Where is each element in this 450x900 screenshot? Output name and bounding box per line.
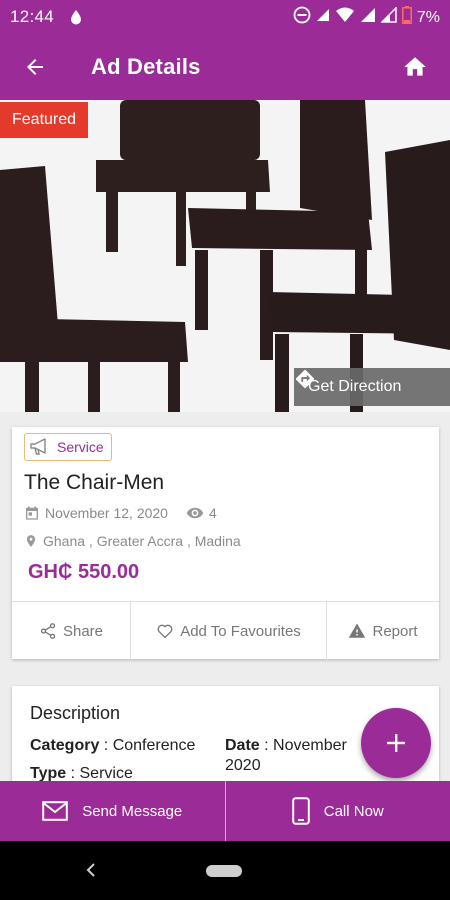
share-label: Share [62,622,104,640]
battery-percent: 7% [416,8,440,26]
calendar-icon [24,505,40,521]
ad-info-card: Service The Chair-Men November 12, 2020 … [12,427,439,660]
featured-badge: Featured [0,102,89,138]
report-label: Report [372,622,418,640]
mail-icon [42,801,69,821]
type-key: Type [30,765,67,782]
wifi-icon [335,7,355,28]
call-now-label: Call Now [323,802,384,820]
add-to-favourites-button[interactable]: Add To Favourites [130,602,326,660]
warning-icon [349,623,366,638]
battery-low-icon [401,6,412,29]
page-title: Ad Details [91,54,201,79]
send-message-label: Send Message [82,802,183,820]
add-fab-button[interactable] [361,708,431,778]
share-button[interactable]: Share [12,602,130,660]
signal-icon [316,8,330,27]
home-button[interactable] [398,50,432,84]
nav-back-button[interactable] [80,859,102,881]
get-direction-button[interactable]: Get Direction [294,368,450,406]
ad-location: Ghana , Greater Accra , Madina [43,533,241,549]
signal-icon [380,6,397,28]
phone-icon [291,797,310,825]
heart-icon [157,624,173,639]
back-button[interactable] [18,50,52,84]
ad-date: November 12, 2020 [45,505,168,521]
action-row: Share Add To Favourites Report [12,601,439,660]
description-date: Date : November 2020 [225,737,347,774]
ad-price: GH₵ 550.00 [28,561,140,583]
date-key: Date [225,737,260,754]
ad-title: The Chair-Men [24,471,165,494]
date-views-row: November 12, 2020 4 [24,504,217,522]
arrow-left-icon [27,59,43,75]
eye-icon [186,504,204,522]
call-now-button[interactable]: Call Now [224,781,450,841]
description-title: Description [30,703,121,723]
date-value: November [273,737,347,754]
megaphone-icon [30,438,46,455]
home-icon [404,57,426,76]
category-key: Category [30,737,100,754]
status-time: 12:44 [10,7,55,26]
dnd-icon [293,6,311,29]
app-bar: Ad Details [0,34,450,100]
description-category: Category : Conference [30,737,196,754]
location-row: Ghana , Greater Accra , Madina [24,533,241,549]
signal-icon [360,7,376,28]
ad-image[interactable]: Featured Get Direction [0,100,450,412]
report-button[interactable]: Report [326,602,439,660]
chevron-left-icon [86,863,95,877]
send-message-button[interactable]: Send Message [0,781,225,841]
share-icon [40,623,56,639]
plus-icon [387,734,405,752]
date-value-year: 2020 [225,757,261,774]
type-value: Service [79,765,133,782]
directions-icon [295,369,315,389]
get-direction-label: Get Direction [308,378,402,395]
status-bar: 12:44 7% [0,0,450,34]
bottom-action-bar: Send Message Call Now [0,781,450,841]
category-label: Service [57,439,104,455]
view-count: 4 [208,505,217,521]
category-value: Conference [112,737,196,754]
system-nav-bar [0,841,450,900]
location-pin-icon [24,533,38,549]
favourites-label: Add To Favourites [180,622,301,640]
nav-home-pill[interactable] [206,865,242,877]
category-chip[interactable]: Service [24,433,112,461]
status-icons: 7% [293,6,440,29]
chairs-photo [0,100,450,412]
drop-icon [70,9,82,30]
